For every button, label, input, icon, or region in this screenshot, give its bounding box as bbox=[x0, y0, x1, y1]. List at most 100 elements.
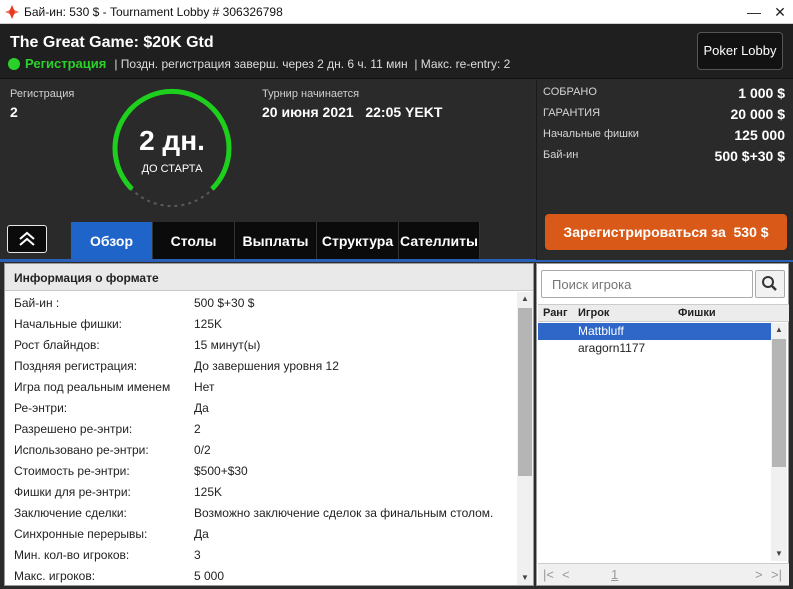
start-time-value: 20 июня 2021 22:05 YEKT bbox=[262, 104, 443, 120]
format-value: 3 bbox=[194, 548, 201, 562]
format-value: 500 $+30 $ bbox=[194, 296, 255, 310]
format-value: 2 bbox=[194, 422, 201, 436]
player-search-input[interactable] bbox=[541, 270, 753, 298]
format-key: Мин. кол-во игроков: bbox=[14, 548, 130, 562]
players-pagination: |< < 1 > >| bbox=[538, 563, 789, 585]
window-title-bar: Бай-ин: 530 $ - Tournament Lobby # 30632… bbox=[0, 0, 793, 24]
double-chevron-up-icon bbox=[19, 231, 35, 246]
prev-page-icon[interactable]: < bbox=[562, 567, 570, 582]
format-key: Разрешено ре-энтри: bbox=[14, 422, 133, 436]
format-row: Ре-энтри: Да bbox=[5, 397, 517, 418]
status-row: Регистрация | Поздн. регистрация заверш. … bbox=[8, 56, 510, 71]
registration-count: 2 bbox=[10, 104, 18, 120]
tab-tables[interactable]: Столы bbox=[153, 222, 235, 260]
countdown-timer: 2 дн. ДО СТАРТА bbox=[110, 87, 234, 211]
scroll-down-icon[interactable]: ▼ bbox=[771, 547, 787, 561]
format-row: Начальные фишки: 125K bbox=[5, 313, 517, 334]
status-label: Регистрация bbox=[25, 56, 107, 71]
format-row: Макс. игроков: 5 000 bbox=[5, 565, 517, 586]
format-key: Макс. игроков: bbox=[14, 569, 96, 583]
format-key: Игра под реальным именем bbox=[14, 380, 171, 394]
prize-value-buyin: 500 $+30 $ bbox=[714, 148, 785, 164]
last-page-icon[interactable]: >| bbox=[771, 567, 782, 582]
page-number[interactable]: 1 bbox=[611, 567, 618, 582]
column-chips[interactable]: Фишки bbox=[678, 307, 716, 319]
player-name: Mattbluff bbox=[578, 324, 624, 338]
format-info-title: Информация о формате bbox=[14, 271, 159, 285]
players-table-header: Ранг Игрок Фишки bbox=[538, 304, 789, 322]
first-page-icon[interactable]: |< bbox=[543, 567, 554, 582]
prize-label-starting-chips: Начальные фишки bbox=[543, 128, 639, 140]
register-button[interactable]: Зарегистрироваться за 530 $ bbox=[545, 214, 787, 250]
format-value: 0/2 bbox=[194, 443, 211, 457]
close-button[interactable]: ✕ bbox=[769, 2, 791, 22]
format-value: Нет bbox=[194, 380, 215, 394]
window-title: Бай-ин: 530 $ - Tournament Lobby # 30632… bbox=[24, 5, 283, 19]
next-page-icon[interactable]: > bbox=[755, 567, 763, 582]
format-info-header: Информация о формате bbox=[5, 264, 533, 291]
format-key: Бай-ин : bbox=[14, 296, 60, 310]
format-row: Использовано ре-энтри: 0/2 bbox=[5, 439, 517, 460]
registration-label: Регистрация bbox=[10, 88, 75, 100]
prize-value-starting-chips: 125 000 bbox=[734, 127, 785, 143]
format-value: 125K bbox=[194, 317, 223, 331]
format-row: Мин. кол-во игроков: 3 bbox=[5, 544, 517, 565]
format-value: Да bbox=[194, 401, 209, 415]
format-row: Стоимость ре-энтри: $500+$30 bbox=[5, 460, 517, 481]
format-value: До завершения уровня 12 bbox=[194, 359, 339, 373]
collapse-button[interactable] bbox=[7, 225, 47, 253]
format-value: 125K bbox=[194, 485, 223, 499]
format-value: 5 000 bbox=[194, 569, 225, 583]
start-time-label: Турнир начинается bbox=[262, 88, 360, 100]
search-button[interactable] bbox=[755, 270, 785, 298]
scroll-up-icon[interactable]: ▲ bbox=[771, 323, 787, 337]
late-registration-text: | Поздн. регистрация заверш. через 2 дн.… bbox=[114, 57, 408, 71]
format-value: Да bbox=[194, 527, 209, 541]
format-scrollbar[interactable]: ▲ ▼ bbox=[517, 292, 533, 585]
search-icon bbox=[762, 276, 777, 291]
scroll-up-icon[interactable]: ▲ bbox=[517, 292, 533, 306]
format-value: $500+$30 bbox=[194, 464, 248, 478]
players-panel: Ранг Игрок Фишки Mattbluff aragorn1177 ▲… bbox=[536, 263, 789, 586]
format-row: Игра под реальным именем Нет bbox=[5, 376, 517, 397]
format-row: Поздняя регистрация: До завершения уровня… bbox=[5, 355, 517, 376]
prize-label-guarantee: ГАРАНТИЯ bbox=[543, 107, 601, 119]
tab-satellites[interactable]: Сателлиты bbox=[399, 222, 480, 260]
player-row[interactable]: Mattbluff bbox=[538, 323, 771, 340]
tab-structure[interactable]: Структура bbox=[317, 222, 399, 260]
format-value: 15 минут(ы) bbox=[194, 338, 261, 352]
format-key: Начальные фишки: bbox=[14, 317, 123, 331]
tab-payouts[interactable]: Выплаты bbox=[235, 222, 317, 260]
format-row: Синхронные перерывы: Да bbox=[5, 523, 517, 544]
player-name: aragorn1177 bbox=[578, 341, 646, 355]
status-dot-icon bbox=[8, 58, 20, 70]
countdown-caption: ДО СТАРТА bbox=[141, 163, 203, 175]
format-key: Заключение сделки: bbox=[14, 506, 127, 520]
poker-lobby-button[interactable]: Poker Lobby bbox=[697, 32, 783, 70]
format-row: Фишки для ре-энтри: 125K bbox=[5, 481, 517, 502]
player-row[interactable]: aragorn1177 bbox=[538, 340, 771, 357]
format-info-panel: Информация о формате Бай-ин :500 $+30 $ … bbox=[4, 263, 534, 586]
format-key: Стоимость ре-энтри: bbox=[14, 464, 130, 478]
format-key: Использовано ре-энтри: bbox=[14, 443, 149, 457]
format-key: Поздняя регистрация: bbox=[14, 359, 138, 373]
scroll-down-icon[interactable]: ▼ bbox=[517, 571, 533, 585]
format-scroll-thumb[interactable] bbox=[518, 308, 532, 476]
column-rank[interactable]: Ранг bbox=[543, 307, 568, 319]
tournament-info-panel: Регистрация 2 2 дн. ДО СТАРТА Турнир нач… bbox=[0, 80, 533, 260]
players-scrollbar[interactable]: ▲ ▼ bbox=[771, 323, 787, 561]
prize-label-buyin: Бай-ин bbox=[543, 149, 579, 161]
minimize-button[interactable]: — bbox=[743, 2, 765, 22]
prize-panel: СОБРАНО 1 000 $ ГАРАНТИЯ 20 000 $ Началь… bbox=[536, 80, 793, 260]
format-row: Бай-ин : 500 $+30 $ bbox=[5, 292, 517, 313]
format-key: Фишки для ре-энтри: bbox=[14, 485, 131, 499]
format-key: Синхронные перерывы: bbox=[14, 527, 148, 541]
tab-overview[interactable]: Обзор bbox=[71, 222, 153, 260]
app-logo-icon bbox=[5, 5, 19, 24]
format-value: Возможно заключение сделок за финальным … bbox=[194, 506, 494, 520]
players-scroll-thumb[interactable] bbox=[772, 339, 786, 467]
tournament-name: The Great Game: $20K Gtd bbox=[10, 34, 214, 51]
column-player[interactable]: Игрок bbox=[578, 307, 609, 319]
format-key: Ре-энтри: bbox=[14, 401, 68, 415]
prize-value-guarantee: 20 000 $ bbox=[730, 106, 786, 122]
